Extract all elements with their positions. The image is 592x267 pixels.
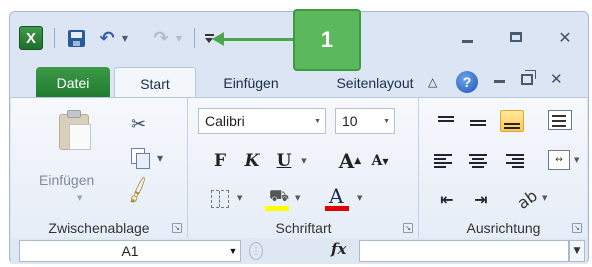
paste-button-label[interactable]: Einfügen [39, 172, 94, 188]
copy-icon[interactable] [131, 148, 150, 169]
alignment-launcher-icon[interactable]: ↘ [572, 223, 582, 233]
expand-formula-bar-icon[interactable]: ▼ [569, 240, 585, 262]
italic-button[interactable]: K [241, 149, 263, 173]
clipboard-launcher-icon[interactable]: ↘ [172, 223, 182, 233]
merge-dropdown-icon[interactable]: ▼ [574, 156, 579, 164]
paste-dropdown-icon[interactable]: ▼ [77, 194, 82, 202]
font-color-swatch [325, 206, 349, 211]
bold-button[interactable]: F [209, 149, 231, 173]
redo-dropdown-icon[interactable]: ▼ [174, 25, 184, 51]
align-top-icon[interactable] [434, 110, 458, 132]
workbook-close-button[interactable]: ✕ [550, 70, 563, 88]
copy-dropdown-icon[interactable]: ▼ [157, 154, 163, 163]
excel-logo-icon[interactable]: X [19, 26, 43, 50]
increase-indent-icon[interactable]: ⇥ [468, 188, 494, 210]
wrap-text-icon[interactable] [548, 110, 572, 130]
underline-button[interactable]: U [273, 149, 295, 173]
callout-line [216, 38, 302, 41]
alignment-group: ↔ ▼ ⇤ ⇥ ab ▼ Ausrichtung ↘ [420, 98, 587, 239]
alignment-group-label: Ausrichtung [466, 220, 541, 236]
help-icon[interactable]: ? [456, 71, 478, 93]
grow-font-letter: A [338, 149, 355, 173]
name-box[interactable]: A1 ▼ [19, 240, 241, 262]
font-color-button[interactable]: A [323, 184, 351, 212]
underline-dropdown-icon[interactable]: ▼ [299, 149, 309, 173]
chevron-down-icon[interactable]: ▼ [314, 118, 321, 125]
font-color-letter: A [329, 184, 344, 208]
orientation-dropdown-icon[interactable]: ▼ [542, 194, 547, 202]
cut-icon[interactable]: ✂ [131, 114, 146, 135]
text-orientation-icon[interactable]: ab [510, 183, 544, 216]
name-box-value: A1 [121, 243, 139, 259]
insert-function-icon[interactable]: fx [331, 240, 346, 258]
minimize-window-button[interactable] [455, 26, 479, 48]
chevron-down-icon[interactable]: ▼ [383, 118, 390, 125]
chevron-down-icon[interactable]: ▼ [225, 241, 241, 261]
tab-seitenlayout[interactable]: Seitenlayout [319, 67, 431, 98]
align-bottom-icon[interactable] [500, 110, 524, 132]
align-right-icon[interactable] [500, 150, 524, 172]
callout-number-badge: 1 [293, 9, 361, 71]
callout-arrow-icon [212, 32, 224, 46]
align-left-icon[interactable] [434, 150, 458, 172]
maximize-window-button[interactable] [504, 26, 528, 48]
workbook-minimize-button[interactable] [494, 80, 505, 83]
paint-bucket-icon: ⛟ [269, 186, 290, 205]
font-size-select[interactable]: 10 ▼ [335, 108, 395, 134]
redo-icon[interactable]: ↷ [150, 25, 172, 51]
save-icon[interactable] [65, 25, 87, 51]
borders-dropdown-icon[interactable]: ▼ [237, 194, 242, 202]
formula-bar-handle-icon[interactable]: ⋮ [249, 242, 263, 260]
qat-separator [194, 28, 195, 48]
shrink-font-button[interactable]: A ▼ [369, 149, 391, 173]
minimize-ribbon-icon[interactable]: △ [428, 75, 437, 89]
decrease-indent-icon[interactable]: ⇤ [434, 188, 460, 210]
undo-dropdown-icon[interactable]: ▼ [120, 25, 130, 51]
qat-separator [54, 28, 55, 48]
shrink-font-letter: A [371, 153, 383, 169]
font-name-select[interactable]: Calibri ▼ [198, 108, 326, 134]
tab-einfuegen[interactable]: Einfügen [206, 67, 296, 98]
merge-center-icon[interactable]: ↔ [548, 150, 570, 170]
format-painter-icon[interactable]: 🖌 [122, 174, 154, 205]
font-launcher-icon[interactable]: ↘ [403, 223, 413, 233]
font-group-label: Schriftart [275, 220, 332, 236]
font-group: Calibri ▼ 10 ▼ F K U ▼ A ▲ A ▼ ▼ ⛟ ▼ A ▼… [189, 98, 419, 239]
font-color-dropdown-icon[interactable]: ▼ [357, 194, 362, 202]
clipboard-group-label: Zwischenablage [48, 220, 150, 236]
close-window-button[interactable]: ✕ [553, 26, 577, 48]
workbook-restore-button[interactable] [521, 70, 536, 85]
formula-bar: A1 ▼ ⋮ fx ▼ [11, 238, 587, 264]
fill-color-swatch [265, 206, 289, 211]
tab-start[interactable]: Start [114, 67, 196, 99]
font-name-value: Calibri [205, 113, 245, 129]
tab-datei[interactable]: Datei [36, 67, 110, 98]
fill-color-dropdown-icon[interactable]: ▼ [295, 194, 300, 202]
fill-color-button[interactable]: ⛟ [263, 186, 291, 212]
ribbon: Einfügen ▼ ✂ ▼ 🖌 Zwischenablage ↘ Calibr… [11, 97, 587, 239]
align-middle-icon[interactable] [466, 110, 490, 132]
font-size-value: 10 [342, 113, 358, 129]
formula-input[interactable] [359, 240, 569, 262]
grow-font-button[interactable]: A ▲ [337, 149, 363, 173]
clipboard-group: Einfügen ▼ ✂ ▼ 🖌 Zwischenablage ↘ [11, 98, 188, 239]
borders-icon[interactable] [211, 190, 229, 208]
align-center-icon[interactable] [466, 150, 490, 172]
paste-icon[interactable] [55, 108, 95, 152]
undo-icon[interactable]: ↶ [96, 25, 118, 51]
